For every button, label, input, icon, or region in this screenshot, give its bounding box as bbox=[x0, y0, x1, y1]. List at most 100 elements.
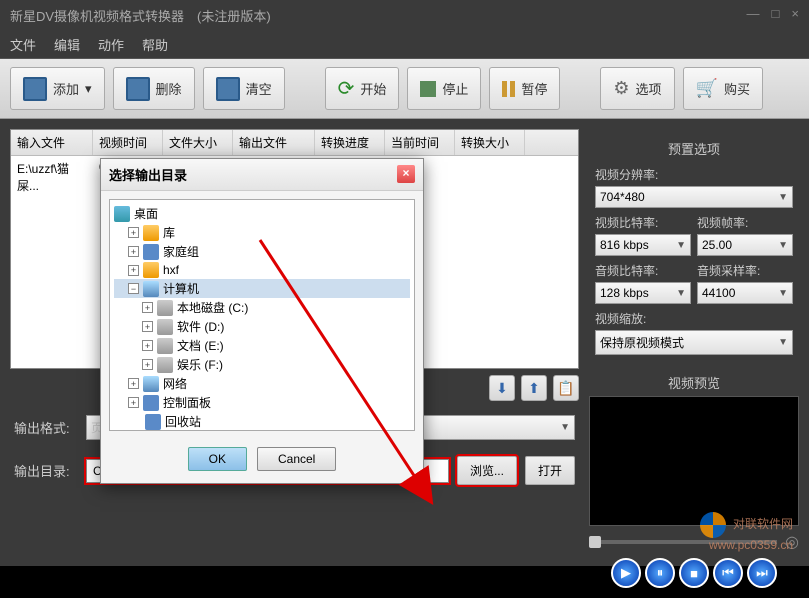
cell-input: E:\uzzf\猫屎... bbox=[11, 156, 93, 198]
open-button[interactable]: 打开 bbox=[525, 456, 575, 485]
desktop-icon bbox=[114, 206, 130, 222]
col-fsize[interactable]: 文件大小 bbox=[163, 130, 233, 155]
refresh-icon: ⟳ bbox=[338, 76, 355, 101]
start-button[interactable]: ⟳开始 bbox=[325, 67, 400, 110]
collapse-icon[interactable]: − bbox=[128, 283, 139, 294]
user-icon bbox=[143, 262, 159, 278]
minimize-icon[interactable]: — bbox=[747, 6, 760, 25]
abr-label: 音频比特率: bbox=[595, 262, 691, 279]
player-pause-button[interactable]: ⏸ bbox=[645, 558, 675, 588]
tree-drive-f[interactable]: +娱乐 (F:) bbox=[114, 355, 410, 374]
tree-libraries[interactable]: +库 bbox=[114, 223, 410, 242]
col-input[interactable]: 输入文件 bbox=[11, 130, 93, 155]
gear-icon: ⚙ bbox=[613, 78, 629, 99]
chevron-down-icon: ▼ bbox=[560, 422, 570, 433]
prev-button[interactable]: ⏮ bbox=[713, 558, 743, 588]
drive-icon bbox=[157, 338, 173, 354]
expand-icon[interactable]: + bbox=[142, 359, 153, 370]
col-vtime[interactable]: 视频时间 bbox=[93, 130, 163, 155]
move-up-button[interactable]: ⬆ bbox=[521, 375, 547, 401]
dialog-title: 选择输出目录 bbox=[109, 165, 187, 184]
expand-icon[interactable]: + bbox=[128, 397, 139, 408]
player-stop-button[interactable]: ■ bbox=[679, 558, 709, 588]
network-icon bbox=[143, 376, 159, 392]
cell-csize bbox=[455, 156, 525, 198]
srate-label: 音频采样率: bbox=[697, 262, 793, 279]
copy-button[interactable]: 📋 bbox=[553, 375, 579, 401]
cart-icon: 🛒 bbox=[696, 78, 718, 99]
dialog-titlebar: 选择输出目录 × bbox=[101, 159, 423, 191]
tree-drive-c[interactable]: +本地磁盘 (C:) bbox=[114, 298, 410, 317]
menu-help[interactable]: 帮助 bbox=[142, 35, 168, 54]
options-button[interactable]: ⚙选项 bbox=[600, 67, 674, 110]
slider-thumb[interactable] bbox=[589, 536, 601, 548]
expand-icon[interactable]: + bbox=[128, 265, 139, 276]
tree-network[interactable]: +网络 bbox=[114, 374, 410, 393]
folder-dialog: 选择输出目录 × 桌面 +库 +家庭组 +hxf −计算机 +本地磁盘 (C:)… bbox=[100, 158, 424, 484]
stop-icon bbox=[420, 81, 436, 97]
chevron-down-icon: ▼ bbox=[778, 192, 788, 203]
chevron-down-icon: ▼ bbox=[778, 337, 788, 348]
dialog-ok-button[interactable]: OK bbox=[188, 447, 247, 471]
dialog-close-button[interactable]: × bbox=[397, 165, 415, 183]
film-delete-icon: – bbox=[126, 77, 150, 101]
scale-label: 视频缩放: bbox=[595, 310, 793, 327]
expand-icon[interactable]: + bbox=[128, 227, 139, 238]
drive-icon bbox=[157, 300, 173, 316]
pause-button[interactable]: 暂停 bbox=[489, 67, 560, 110]
menu-action[interactable]: 动作 bbox=[98, 35, 124, 54]
window-controls: — □ × bbox=[747, 6, 799, 25]
delete-button[interactable]: –删除 bbox=[113, 67, 195, 110]
play-button[interactable]: ▶ bbox=[611, 558, 641, 588]
srate-select[interactable]: 44100▼ bbox=[697, 282, 793, 304]
tree-computer[interactable]: −计算机 bbox=[114, 279, 410, 298]
col-ctime[interactable]: 当前时间 bbox=[385, 130, 455, 155]
loop-icon[interactable]: ◎ bbox=[777, 532, 799, 552]
chevron-down-icon: ▼ bbox=[676, 240, 686, 251]
expand-icon[interactable]: + bbox=[142, 302, 153, 313]
expand-icon[interactable]: + bbox=[128, 246, 139, 257]
tree-drive-d[interactable]: +软件 (D:) bbox=[114, 317, 410, 336]
stop-button[interactable]: 停止 bbox=[407, 67, 481, 110]
tree-desktop[interactable]: 桌面 bbox=[114, 204, 410, 223]
seek-slider[interactable]: ◎ bbox=[589, 526, 799, 558]
scale-select[interactable]: 保持原视频模式▼ bbox=[595, 330, 793, 355]
menu-file[interactable]: 文件 bbox=[10, 35, 36, 54]
tree-user[interactable]: +hxf bbox=[114, 261, 410, 279]
expand-icon[interactable]: + bbox=[128, 378, 139, 389]
expand-icon[interactable]: + bbox=[142, 340, 153, 351]
resolution-select[interactable]: 704*480▼ bbox=[595, 186, 793, 208]
fps-select[interactable]: 25.00▼ bbox=[697, 234, 793, 256]
buy-button[interactable]: 🛒购买 bbox=[683, 67, 763, 110]
vbr-label: 视频比特率: bbox=[595, 214, 691, 231]
abr-select[interactable]: 128 kbps▼ bbox=[595, 282, 691, 304]
move-down-button[interactable]: ⬇ bbox=[489, 375, 515, 401]
close-icon[interactable]: × bbox=[791, 6, 799, 25]
chevron-down-icon: ▼ bbox=[778, 240, 788, 251]
tree-recycle[interactable]: 回收站 bbox=[114, 412, 410, 431]
toolbar: +添加▾ –删除 ✖清空 ⟳开始 停止 暂停 ⚙选项 🛒购买 bbox=[0, 58, 809, 119]
tree-homegroup[interactable]: +家庭组 bbox=[114, 242, 410, 261]
maximize-icon[interactable]: □ bbox=[772, 6, 780, 25]
menu-edit[interactable]: 编辑 bbox=[54, 35, 80, 54]
dialog-cancel-button[interactable]: Cancel bbox=[257, 447, 336, 471]
tree-control[interactable]: +控制面板 bbox=[114, 393, 410, 412]
recycle-icon bbox=[145, 414, 161, 430]
computer-icon bbox=[143, 281, 159, 297]
dropdown-icon: ▾ bbox=[85, 81, 92, 97]
folder-tree: 桌面 +库 +家庭组 +hxf −计算机 +本地磁盘 (C:) +软件 (D:)… bbox=[109, 199, 415, 431]
col-progress[interactable]: 转换进度 bbox=[315, 130, 385, 155]
resolution-label: 视频分辨率: bbox=[595, 166, 793, 183]
player-controls: ▶ ⏸ ■ ⏮ ⏭ bbox=[589, 558, 799, 588]
tree-drive-e[interactable]: +文档 (E:) bbox=[114, 336, 410, 355]
next-button[interactable]: ⏭ bbox=[747, 558, 777, 588]
vbr-select[interactable]: 816 kbps▼ bbox=[595, 234, 691, 256]
expand-icon[interactable]: + bbox=[142, 321, 153, 332]
clear-button[interactable]: ✖清空 bbox=[203, 67, 285, 110]
col-csize[interactable]: 转换大小 bbox=[455, 130, 525, 155]
add-button[interactable]: +添加▾ bbox=[10, 67, 105, 110]
col-output[interactable]: 输出文件 bbox=[233, 130, 315, 155]
browse-button[interactable]: 浏览... bbox=[457, 456, 517, 485]
control-panel-icon bbox=[143, 395, 159, 411]
pause-icon bbox=[502, 81, 515, 97]
